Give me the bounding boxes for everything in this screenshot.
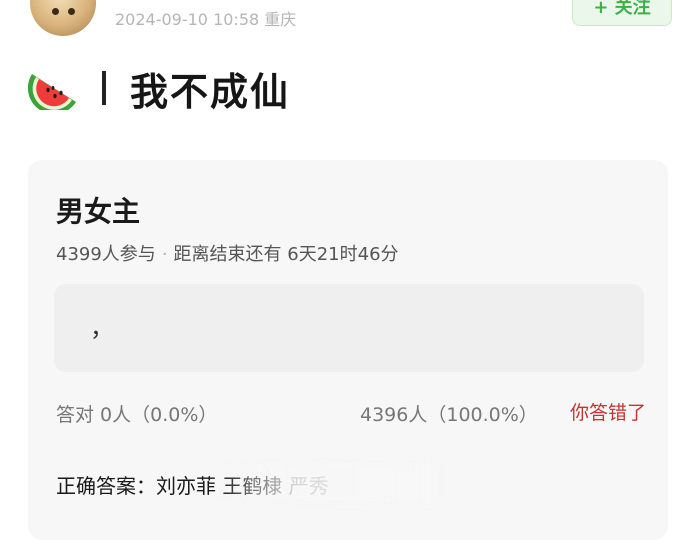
post-meta: 2024-09-10 10:58 重庆 — [115, 10, 297, 29]
correct-answer-label: 正确答案： — [56, 474, 156, 498]
wrong-result: 4396人（100.0%） — [360, 404, 538, 426]
vote-option[interactable]: ， — [54, 284, 644, 372]
time-remaining: 距离结束还有 6天21时46分 — [173, 244, 399, 265]
watermelon-icon — [28, 74, 76, 110]
blur-overlay — [218, 463, 438, 501]
avatar-eye — [52, 8, 59, 15]
avatar[interactable] — [30, 0, 96, 36]
post-title: 我不成仙 — [130, 69, 291, 114]
vote-title: 男女主 — [56, 195, 141, 228]
vote-option-text: ， — [90, 314, 114, 342]
title-divider — [102, 71, 106, 105]
avatar-eye — [68, 8, 75, 15]
vote-card: 男女主 4399人参与 · 距离结束还有 6天21时46分 ， 答对 0人（0.0%… — [28, 160, 668, 540]
post-title-row: 我不成仙 — [28, 62, 290, 114]
participant-count: 4399人参与 — [56, 244, 156, 265]
vote-stats: 4399人参与 · 距离结束还有 6天21时46分 — [56, 240, 399, 266]
correct-result: 答对 0人（0.0%） — [56, 404, 218, 426]
follow-button[interactable]: + 关注 — [572, 0, 672, 26]
wrong-answer-badge: 你答错了 — [570, 402, 647, 424]
stats-separator: · — [161, 244, 168, 265]
vote-result-row: 答对 0人（0.0%） 4396人（100.0%） 你答错了 — [56, 398, 646, 458]
